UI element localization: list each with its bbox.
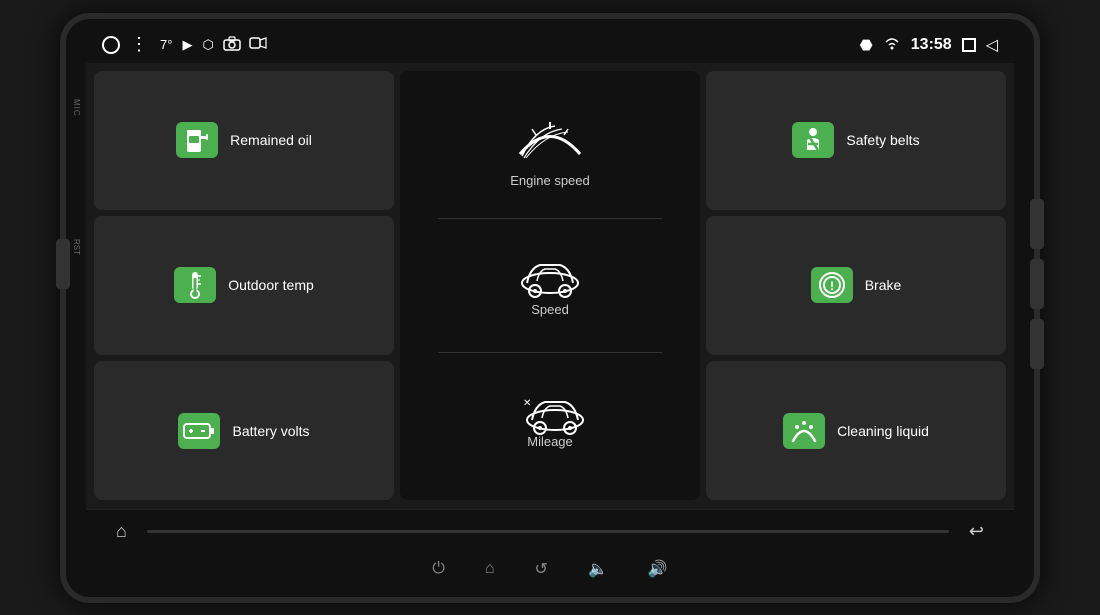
status-bar: ⋮ 7° ▶ ⬡ <box>86 27 1014 63</box>
sys-home-icon[interactable]: ⌂ <box>485 560 495 578</box>
speed-section: Speed <box>410 219 690 352</box>
right-side-button-1[interactable] <box>1030 199 1044 249</box>
wiper-icon <box>783 410 825 452</box>
cleaning-liquid-card[interactable]: Cleaning liquid <box>706 361 1006 500</box>
status-left: ⋮ 7° ▶ ⬡ <box>102 34 266 55</box>
outdoor-temp-label: Outdoor temp <box>228 277 314 293</box>
wifi-icon <box>883 36 901 53</box>
nav-back-icon[interactable]: ↩ <box>969 521 984 542</box>
cleaning-liquid-label: Cleaning liquid <box>837 423 929 439</box>
svg-text:!: ! <box>830 279 834 293</box>
center-card[interactable]: Engine speed <box>400 71 700 501</box>
seatbelt-icon <box>792 119 834 161</box>
rst-label: RST <box>72 239 81 255</box>
left-side-button[interactable] <box>56 239 70 289</box>
speedometer-icon <box>510 114 590 169</box>
screen: ⋮ 7° ▶ ⬡ <box>86 27 1014 553</box>
temperature-display: 7° <box>160 37 172 52</box>
video-icon <box>250 37 266 52</box>
battery-volts-card[interactable]: Battery volts <box>94 361 394 500</box>
mic-label: MIC <box>72 99 81 117</box>
battery-icon <box>178 410 220 452</box>
right-side-button-2[interactable] <box>1030 259 1044 309</box>
outdoor-temp-card[interactable]: Outdoor temp <box>94 216 394 355</box>
time-display: 13:58 <box>911 36 952 54</box>
brake-card[interactable]: ! Brake <box>706 216 1006 355</box>
mileage-label: Mileage <box>527 434 573 449</box>
mileage-icon: ✕ <box>515 390 585 430</box>
record-icon: ⬡ <box>202 37 213 53</box>
volume-up-icon[interactable]: 🔊 <box>648 559 668 579</box>
status-right: ⬣ 13:58 ◁ <box>860 35 998 55</box>
speed-label: Speed <box>531 302 569 317</box>
nav-home-icon[interactable]: ⌂ <box>116 521 127 542</box>
brake-label: Brake <box>865 277 902 293</box>
remained-oil-card[interactable]: Remained oil <box>94 71 394 210</box>
engine-speed-label: Engine speed <box>510 173 590 188</box>
car-speed-icon <box>515 253 585 298</box>
mileage-section: ✕ Mileage <box>410 353 690 486</box>
nav-slider <box>147 530 949 533</box>
volume-down-icon[interactable]: 🔈 <box>588 559 608 579</box>
safety-belts-card[interactable]: Safety belts <box>706 71 1006 210</box>
bluetooth-icon: ⬣ <box>860 36 873 54</box>
svg-text:✕: ✕ <box>523 398 531 409</box>
sys-back-icon[interactable]: ↺ <box>535 559 548 579</box>
right-side-button-3[interactable] <box>1030 319 1044 369</box>
battery-volts-label: Battery volts <box>232 423 309 439</box>
brake-icon: ! <box>811 264 853 306</box>
back-icon: ◁ <box>986 35 998 55</box>
home-circle-icon <box>102 36 120 54</box>
recents-icon <box>962 38 976 52</box>
thermometer-icon <box>174 264 216 306</box>
engine-speed-section: Engine speed <box>410 85 690 218</box>
system-bar: ⏻ ⌂ ↺ 🔈 🔊 <box>428 553 672 585</box>
fuel-icon <box>176 119 218 161</box>
power-icon[interactable]: ⏻ <box>432 560 445 578</box>
camera-icon <box>224 37 240 53</box>
remained-oil-label: Remained oil <box>230 132 312 148</box>
youtube-icon: ▶ <box>182 37 192 53</box>
nav-bar: ⌂ ↩ <box>86 509 1014 553</box>
main-grid: Remained oil <box>86 63 1014 509</box>
safety-belts-label: Safety belts <box>846 132 919 148</box>
menu-dots-icon: ⋮ <box>130 34 150 55</box>
device-body: MIC RST ⋮ 7° ▶ ⬡ <box>60 13 1040 603</box>
